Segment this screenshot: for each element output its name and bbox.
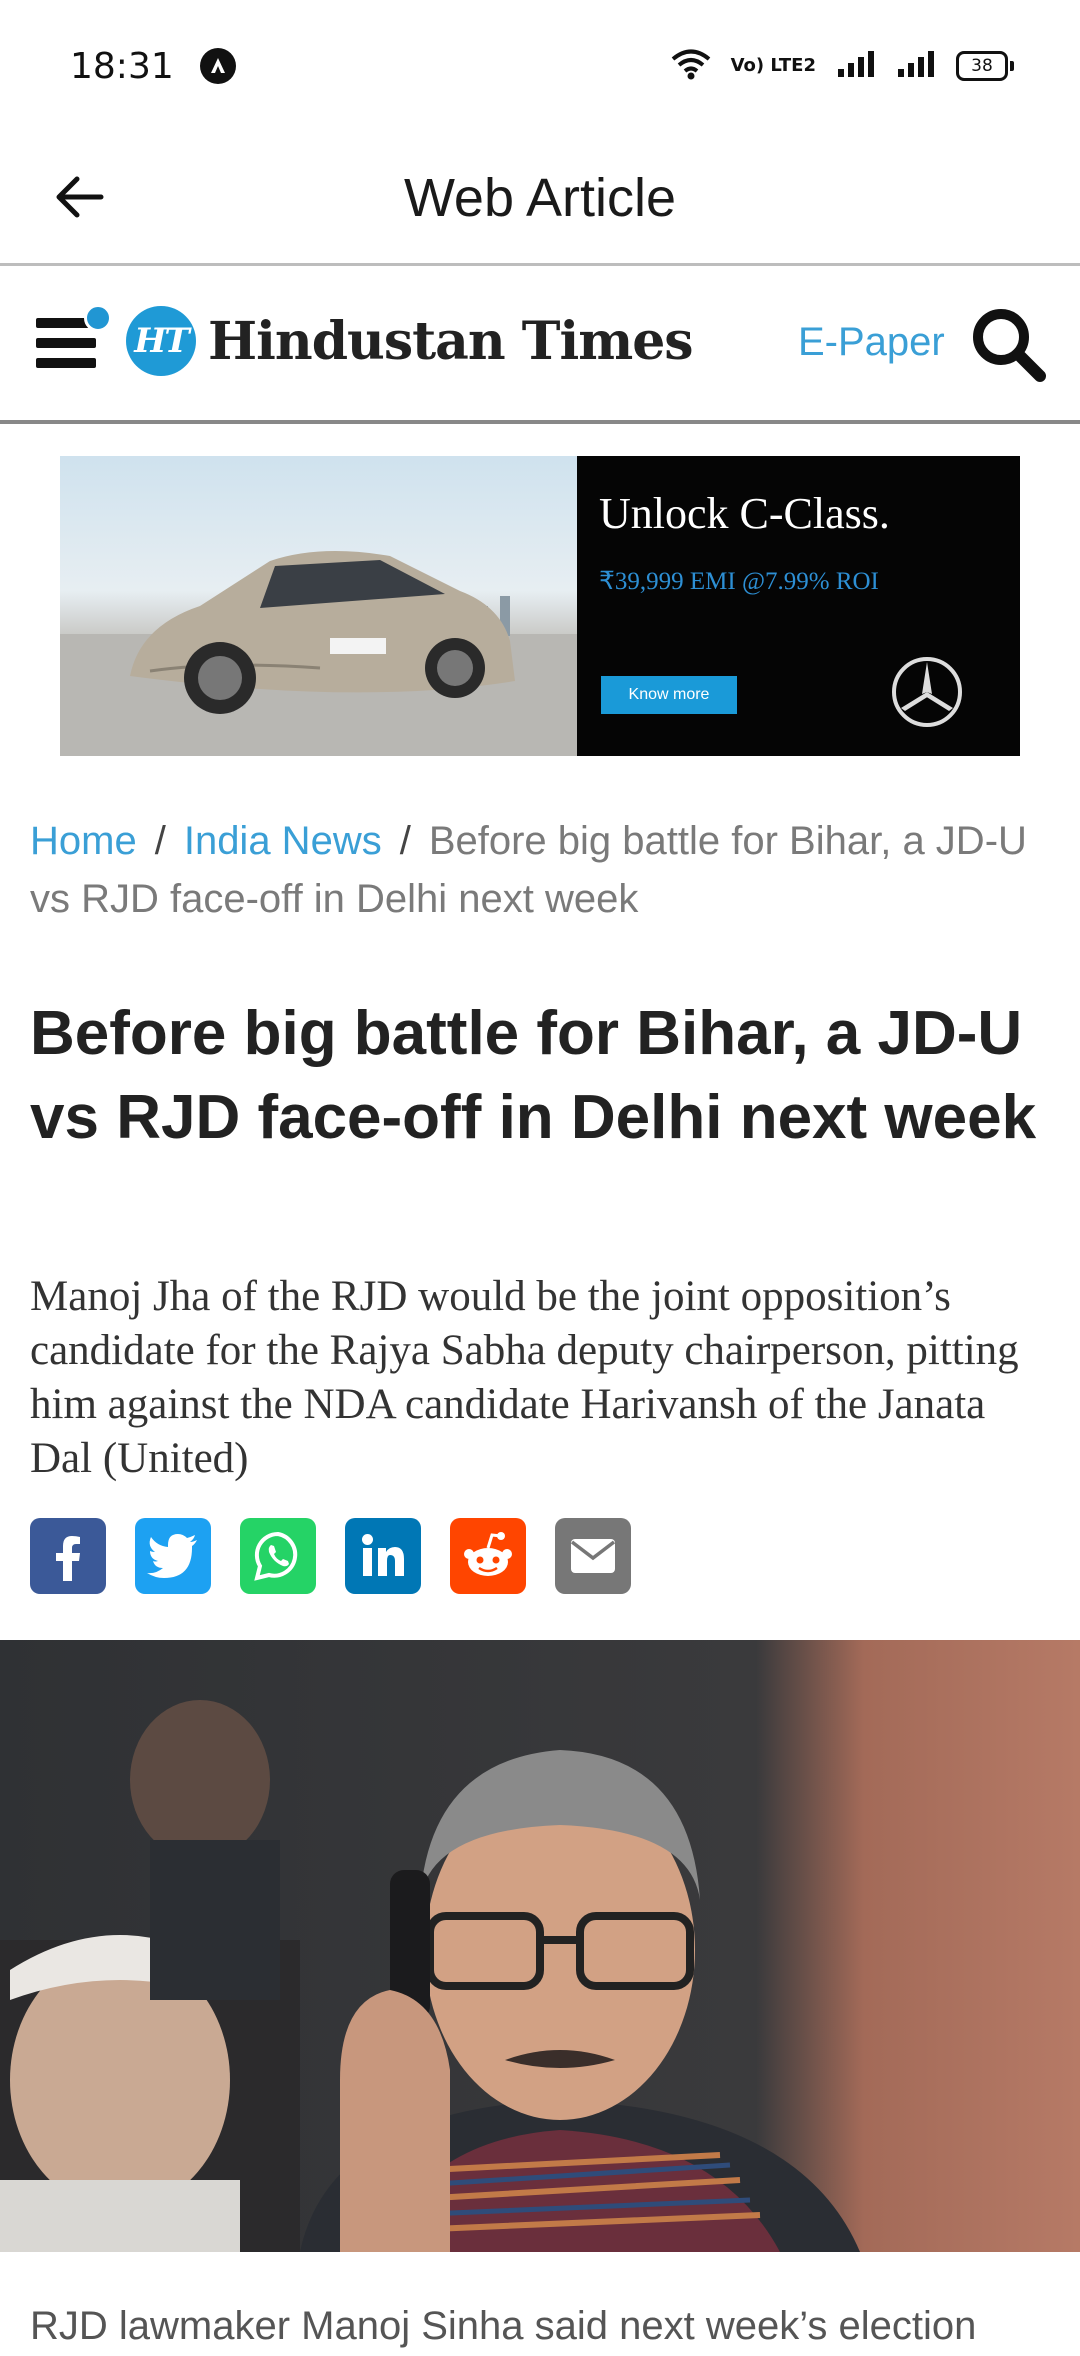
battery-icon: 38: [956, 51, 1014, 81]
breadcrumb-india-news[interactable]: India News: [184, 819, 382, 863]
image-caption: RJD lawmaker Manoj Sinha said next week’…: [30, 2304, 977, 2348]
linkedin-share-button[interactable]: [345, 1518, 421, 1594]
article-headline: Before big battle for Bihar, a JD-U vs R…: [30, 999, 1037, 1152]
ad-banner[interactable]: Unlock C-Class. ₹39,999 EMI @7.99% ROI K…: [60, 456, 1020, 756]
twitter-share-button[interactable]: [135, 1518, 211, 1594]
ad-car-image: [60, 456, 577, 756]
reddit-share-button[interactable]: [450, 1518, 526, 1594]
status-bar: 18:31 Vo) LTE2 38: [0, 0, 1080, 132]
menu-bar: [36, 358, 96, 368]
notification-icon: [199, 48, 236, 84]
search-icon: [973, 309, 1046, 382]
signal-icon: [836, 49, 876, 84]
linkedin-icon: [362, 1534, 404, 1576]
site-logo[interactable]: HT Hindustan Times: [126, 306, 694, 376]
facebook-share-button[interactable]: [30, 1518, 106, 1594]
site-header: HT Hindustan Times E-Paper: [0, 268, 1080, 424]
app-bar: Web Article: [0, 132, 1080, 266]
notification-dot: [84, 304, 112, 332]
logo-badge: HT: [126, 306, 196, 376]
ad-copy: Unlock C-Class. ₹39,999 EMI @7.99% ROI K…: [577, 456, 1020, 756]
status-left: 18:31: [70, 46, 236, 87]
facebook-icon: [56, 1536, 80, 1581]
breadcrumb-current: Before big battle for Bihar, a JD-U vs R…: [30, 819, 1027, 921]
menu-button[interactable]: [34, 304, 112, 376]
wifi-icon: [671, 48, 711, 85]
signal-icon-2: [896, 49, 936, 84]
battery-level: 38: [956, 51, 1008, 81]
breadcrumb-separator: /: [399, 819, 411, 863]
logo-text: Hindustan Times: [208, 310, 694, 372]
mercedes-star-icon: [892, 657, 962, 727]
page-title: Web Article: [403, 167, 677, 228]
email-share-button[interactable]: [555, 1518, 631, 1594]
breadcrumb-home[interactable]: Home: [30, 819, 137, 863]
reddit-icon: [464, 1532, 512, 1576]
email-icon: [570, 1539, 616, 1573]
volte-icon: Vo) LTE2: [730, 55, 816, 76]
ad-subline: ₹39,999 EMI @7.99% ROI: [599, 568, 879, 595]
status-time: 18:31: [70, 45, 174, 87]
search-button[interactable]: [968, 304, 1048, 384]
breadcrumb-separator: /: [154, 819, 166, 863]
twitter-icon: [147, 1534, 197, 1578]
ad-know-more-button[interactable]: Know more: [601, 676, 737, 714]
article-hero-image: [0, 1640, 1080, 2252]
ad-headline: Unlock C-Class.: [599, 489, 890, 538]
breadcrumb: Home / India News / Before big battle for Bi…: [30, 812, 1050, 928]
battery-cap: [1010, 61, 1014, 71]
share-row: [30, 1518, 631, 1594]
epaper-link[interactable]: E-Paper: [798, 320, 945, 365]
article-summary: Manoj Jha of the RJD would be the joint …: [30, 1273, 1019, 1482]
whatsapp-share-button[interactable]: [240, 1518, 316, 1594]
menu-bar: [36, 338, 96, 348]
whatsapp-icon: [254, 1531, 298, 1581]
status-right: Vo) LTE2 38: [671, 48, 1014, 85]
